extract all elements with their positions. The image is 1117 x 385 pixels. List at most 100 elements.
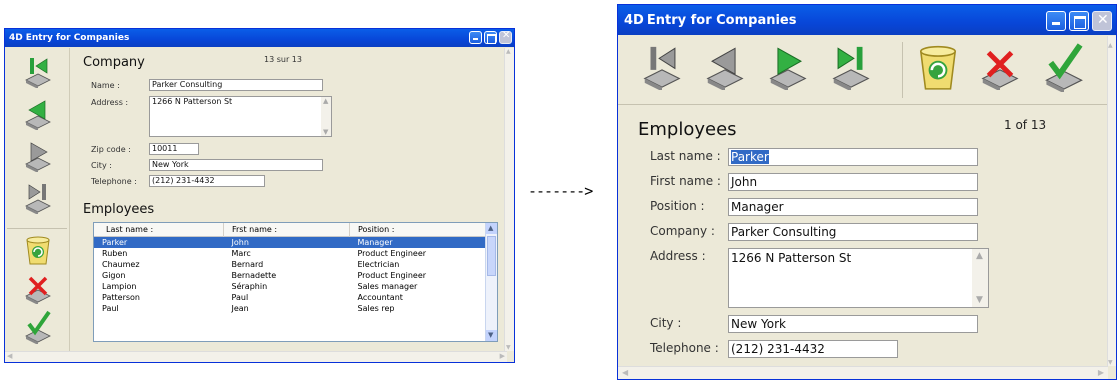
cell-position: Accountant (357, 292, 403, 302)
transition-arrow: -------> (528, 182, 593, 200)
left-window-hscroll[interactable]: ◀ ▶ (5, 351, 507, 362)
employees-list[interactable]: Last name : Frst name : Position : Parke… (93, 222, 498, 342)
company-field[interactable]: Parker Consulting (728, 223, 978, 241)
employees-table: Last name : Frst name : Position : Parke… (94, 223, 486, 314)
cancel-button[interactable] (23, 272, 53, 304)
table-row[interactable]: Patterson Paul Accountant (94, 292, 486, 303)
cell-last-name: Chaumez (102, 259, 140, 269)
zip-field[interactable]: 10011 (149, 143, 199, 155)
cell-last-name: Paul (102, 303, 119, 313)
next-record-button[interactable] (766, 44, 810, 90)
right-window-hscroll[interactable]: ◀ ▶ (618, 366, 1108, 379)
address-scrollbar[interactable]: ▲ ▼ (321, 97, 331, 136)
window-title: Entry for Companies (25, 33, 130, 43)
left-toolbar (5, 48, 70, 353)
next-record-button[interactable] (23, 140, 53, 172)
telephone-field[interactable]: (212) 231-4432 (728, 340, 898, 358)
address-field[interactable]: 1266 N Patterson St ▲ ▼ (149, 96, 332, 137)
table-row[interactable]: Lampion Séraphin Sales manager (94, 281, 486, 292)
scroll-up-icon: ▲ (488, 224, 494, 232)
scroll-thumb[interactable] (487, 236, 496, 276)
city-field[interactable]: New York (728, 315, 978, 333)
close-icon: ✕ (1097, 12, 1109, 28)
employees-section-title: Employees (83, 202, 155, 217)
company-label: Company : (650, 224, 715, 238)
maximize-button[interactable] (1069, 11, 1089, 31)
address-value: 1266 N Patterson St (152, 97, 233, 106)
scroll-up-icon: ▲ (976, 251, 983, 261)
scroll-up-button[interactable]: ▲ (486, 223, 497, 234)
address-field[interactable]: 1266 N Patterson St ▲ ▼ (728, 248, 989, 308)
accept-icon (1048, 43, 1083, 80)
cell-position: Electrician (357, 259, 400, 269)
cell-last-name: Parker (102, 237, 128, 247)
first-name-field[interactable]: John (728, 173, 978, 191)
column-header-last-name[interactable]: Last name : (94, 223, 224, 236)
table-row[interactable]: Parker John Manager (94, 236, 486, 248)
column-header-position[interactable]: Position : (350, 223, 487, 236)
accept-icon (27, 310, 51, 336)
close-button[interactable]: ✕ (1092, 11, 1112, 31)
cell-last-name: Patterson (102, 292, 140, 302)
employees-list-scrollbar[interactable]: ▲ ▼ (485, 223, 497, 341)
scroll-down-button[interactable]: ▼ (486, 330, 497, 341)
cell-first-name: Bernadette (231, 270, 277, 280)
maximize-button[interactable] (484, 31, 497, 44)
last-name-selected-text: Parker (731, 150, 769, 164)
delete-button[interactable] (916, 42, 960, 92)
company-section-title: Company (83, 55, 145, 70)
right-title-bar[interactable]: 4D Entry for Companies ✕ (618, 5, 1116, 35)
position-field[interactable]: Manager (728, 198, 978, 216)
left-window-vscroll[interactable]: ▲ ▼ (504, 48, 514, 351)
last-record-button[interactable] (23, 182, 53, 214)
last-record-button[interactable] (829, 44, 873, 90)
name-field[interactable]: Parker Consulting (149, 79, 323, 91)
accept-button[interactable] (23, 310, 53, 344)
cell-position: Sales manager (357, 281, 418, 291)
cell-first-name: Paul (231, 292, 249, 302)
scroll-up-icon: ▲ (1108, 42, 1113, 49)
cell-first-name: John (231, 237, 249, 247)
4d-app-icon: 4D (9, 33, 23, 43)
toolbar-separator (902, 42, 903, 98)
last-name-label: Last name : (650, 149, 721, 163)
previous-record-button[interactable] (703, 44, 747, 90)
left-title-bar[interactable]: 4D Entry for Companies ✕ (5, 29, 514, 47)
right-window: 4D Entry for Companies ✕ Employees 1 of … (617, 4, 1117, 380)
scroll-right-icon: ▶ (1097, 368, 1104, 377)
cell-first-name: Séraphin (231, 281, 268, 291)
table-row[interactable]: Ruben Marc Product Engineer (94, 248, 486, 259)
table-row[interactable]: Gigon Bernadette Product Engineer (94, 270, 486, 281)
table-row[interactable]: Chaumez Bernard Electrician (94, 259, 486, 270)
telephone-field[interactable]: (212) 231-4432 (149, 175, 265, 187)
first-record-button[interactable] (640, 44, 684, 90)
cancel-button[interactable] (978, 44, 1022, 90)
scroll-right-icon: ▶ (499, 352, 505, 360)
first-name-label: First name : (650, 174, 721, 188)
address-scrollbar[interactable]: ▲ ▼ (972, 249, 988, 307)
address-value: 1266 N Patterson St (731, 251, 852, 265)
scroll-left-icon: ◀ (622, 368, 629, 377)
record-counter: 13 sur 13 (264, 55, 302, 64)
scroll-left-icon: ◀ (7, 352, 13, 360)
position-label: Position : (650, 199, 705, 213)
cell-first-name: Marc (231, 248, 251, 258)
column-header-first-name[interactable]: Frst name : (223, 223, 350, 236)
table-row[interactable]: Paul Jean Sales rep (94, 303, 486, 314)
previous-record-button[interactable] (23, 98, 53, 130)
city-field[interactable]: New York (149, 159, 323, 171)
delete-button[interactable] (24, 234, 52, 266)
city-label: City : (91, 161, 112, 170)
accept-button[interactable] (1042, 42, 1086, 92)
cell-last-name: Lampion (102, 281, 137, 291)
table-header-row: Last name : Frst name : Position : (94, 223, 486, 236)
minimize-button[interactable] (1046, 11, 1066, 31)
close-button[interactable]: ✕ (499, 30, 512, 44)
toolbar-separator (7, 228, 67, 229)
minimize-button[interactable] (469, 31, 482, 44)
right-window-vscroll[interactable]: ▲ ▼ (1107, 36, 1116, 366)
4d-app-icon: 4D (624, 12, 644, 28)
last-name-field[interactable]: Parker (728, 148, 978, 166)
first-record-button[interactable] (23, 56, 53, 88)
left-window: 4D Entry for Companies ✕ Company 13 sur … (4, 28, 515, 363)
